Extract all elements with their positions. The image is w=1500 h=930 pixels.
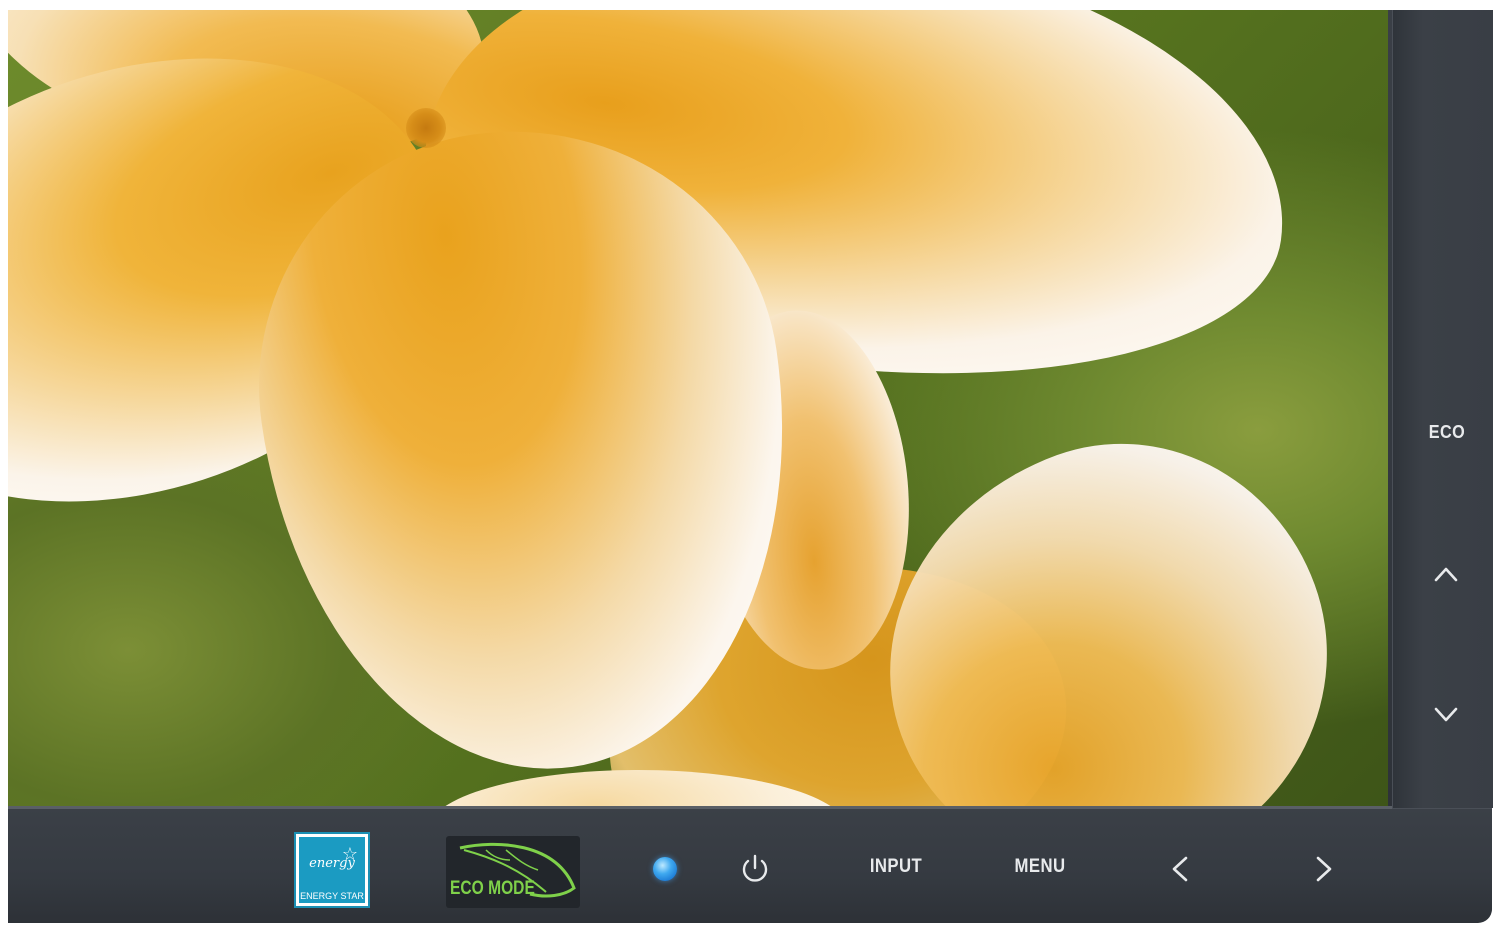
eco-mode-label: ECO MODE <box>450 878 535 899</box>
chevron-up-icon <box>1434 567 1458 582</box>
bezel-right-panel <box>1392 10 1493 808</box>
power-icon <box>742 854 768 882</box>
up-button[interactable] <box>1432 562 1460 591</box>
chevron-left-icon <box>1172 856 1188 882</box>
down-button[interactable] <box>1432 703 1460 732</box>
right-button[interactable] <box>1310 854 1338 889</box>
energy-star-logo: energy ☆ ENERGY STAR <box>294 832 370 908</box>
flower-petal <box>829 387 1387 806</box>
screen-display <box>8 10 1388 806</box>
star-icon: ☆ <box>341 844 358 864</box>
flower-center <box>406 108 446 148</box>
chevron-down-icon <box>1434 707 1458 722</box>
power-led-indicator <box>653 857 677 881</box>
left-button[interactable] <box>1166 854 1194 889</box>
energy-star-label: ENERGY STAR <box>299 890 365 903</box>
eco-button[interactable]: ECO <box>1425 422 1470 446</box>
chevron-right-icon <box>1316 856 1332 882</box>
eco-mode-badge: ECO MODE <box>446 836 580 908</box>
menu-button[interactable]: MENU <box>1012 856 1068 882</box>
monitor: energy ☆ ENERGY STAR ECO MODE INPUT MENU <box>0 0 1500 930</box>
input-button[interactable]: INPUT <box>864 856 927 882</box>
bezel-edge <box>8 806 1392 809</box>
power-button[interactable] <box>740 853 770 890</box>
